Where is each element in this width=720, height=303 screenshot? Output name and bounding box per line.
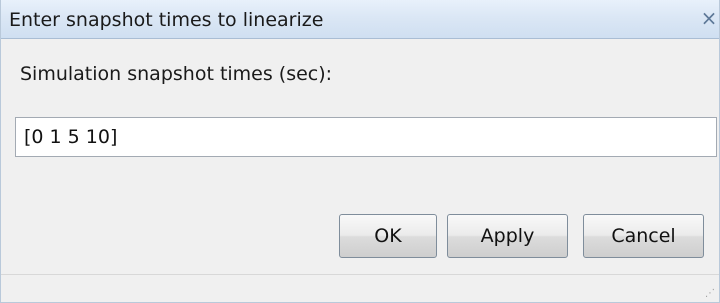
snapshot-dialog: Enter snapshot times to linearize × Simu… bbox=[0, 0, 720, 303]
close-icon: × bbox=[700, 6, 718, 30]
resize-grip-icon[interactable]: ⋰ bbox=[705, 288, 717, 300]
status-divider bbox=[1, 274, 719, 275]
ok-button[interactable]: OK bbox=[339, 214, 437, 258]
snapshot-times-input[interactable] bbox=[15, 117, 717, 157]
window-title: Enter snapshot times to linearize bbox=[9, 9, 324, 31]
cancel-button[interactable]: Cancel bbox=[583, 214, 704, 258]
title-bar[interactable]: Enter snapshot times to linearize × bbox=[1, 0, 719, 39]
apply-button[interactable]: Apply bbox=[447, 214, 568, 258]
close-button[interactable]: × bbox=[699, 6, 719, 30]
snapshot-times-label: Simulation snapshot times (sec): bbox=[20, 63, 333, 85]
